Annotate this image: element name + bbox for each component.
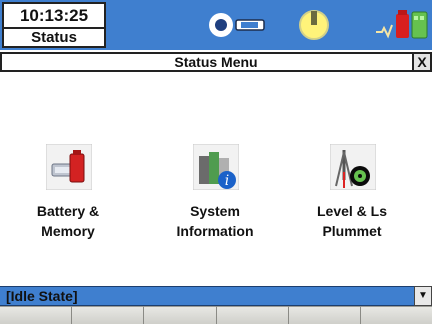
status-menu-content: Battery & Memory i System Information Le… [0,72,432,284]
close-button[interactable]: X [412,52,432,72]
status-text: [Idle State] [6,288,78,304]
menu-item-level-plummet[interactable]: Level & Ls Plummet [292,144,412,254]
menu-item-label-line1: Level & Ls [316,203,388,219]
softkey-f3[interactable] [144,306,217,324]
menu-item-system-information[interactable]: i System Information [155,144,275,254]
status-bar: [Idle State] ▼ [0,286,432,306]
softkey-f6[interactable] [360,306,432,324]
softkey-f4[interactable] [216,306,289,324]
system-info-icon: i [193,144,239,190]
battery-memory-status-icon[interactable] [374,8,430,42]
menu-item-label: Level & Ls Plummet [292,201,412,241]
svg-text:i: i [225,173,229,189]
menu-item-label: System Information [155,201,275,241]
clock-panel: 10:13:25 Status [2,2,106,48]
menu-item-battery-memory[interactable]: Battery & Memory [8,144,128,254]
menu-item-label: Battery & Memory [8,201,128,241]
window-title-bar: Status Menu X [0,52,432,72]
clock-time: 10:13:25 [19,6,89,25]
mode-label: Status [31,29,77,46]
top-status-bar: 10:13:25 Status [0,0,432,50]
menu-item-label-line1: System [190,203,240,219]
battery-icon [46,144,92,190]
softkey-f5[interactable] [288,306,361,324]
level-plummet-icon [330,144,376,190]
menu-item-label-line1: Battery & [36,203,100,219]
menu-item-label-line2: Information [176,223,254,239]
window-title: Status Menu [174,54,258,70]
softkey-bar [0,306,432,324]
prism-target-icon[interactable] [207,11,267,39]
compass-light-icon[interactable] [297,6,331,42]
softkey-f2[interactable] [72,306,145,324]
softkey-f1[interactable] [0,306,73,324]
menu-item-label-line2: Memory [41,223,95,239]
menu-item-label-line2: Plummet [322,223,382,239]
status-scroll-button[interactable]: ▼ [414,286,432,306]
